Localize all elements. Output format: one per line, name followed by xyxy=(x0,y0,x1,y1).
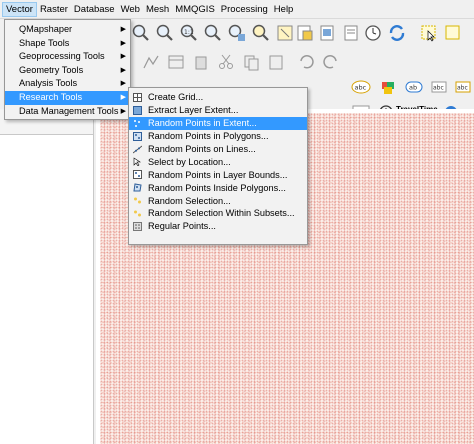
submenu-item-label: Random Selection... xyxy=(148,195,231,206)
label-abc-icon[interactable]: abc xyxy=(350,76,372,98)
menu-database[interactable]: Database xyxy=(71,2,118,17)
chevron-right-icon: ▶ xyxy=(120,80,126,88)
submenu-item-label: Extract Layer Extent... xyxy=(148,105,239,116)
svg-text:ab: ab xyxy=(409,84,417,92)
chevron-right-icon: ▶ xyxy=(120,93,126,101)
select-location-icon xyxy=(133,157,142,167)
submenu-item-random-points-in-layer-bounds[interactable]: Random Points in Layer Bounds... xyxy=(129,168,307,181)
menu-item-geometry-tools[interactable]: Geometry Tools ▶ xyxy=(5,64,130,78)
label-ab-icon[interactable]: ab xyxy=(403,76,425,98)
submenu-item-label: Random Points on Lines... xyxy=(148,144,256,154)
menu-item-label: Data Management Tools xyxy=(19,105,119,116)
zoom-full-icon[interactable] xyxy=(202,22,224,44)
select-features-icon[interactable] xyxy=(418,22,440,44)
random-selection-icon xyxy=(133,209,142,218)
menu-item-geoprocessing-tools[interactable]: Geoprocessing Tools ▶ xyxy=(5,50,130,64)
paste-icon[interactable] xyxy=(265,51,287,73)
regular-points-icon xyxy=(133,221,142,231)
select-dropdown-icon[interactable] xyxy=(442,22,464,44)
menu-item-label: Shape Tools xyxy=(19,37,70,48)
chevron-right-icon: ▶ xyxy=(120,26,126,33)
random-points-icon xyxy=(133,183,142,192)
submenu-item-label: Random Points in Layer Bounds... xyxy=(148,169,288,180)
menu-raster[interactable]: Raster xyxy=(37,2,71,17)
digitize-icon[interactable] xyxy=(140,51,162,73)
svg-text:abc: abc xyxy=(457,85,468,92)
submenu-item-random-points-in-extent[interactable]: Random Points in Extent... xyxy=(129,116,307,130)
bookmark-icon[interactable] xyxy=(340,22,362,44)
submenu-item-extract-layer-extent[interactable]: Extract Layer Extent... xyxy=(129,104,307,117)
submenu-item-label: Random Points in Extent... xyxy=(148,118,257,129)
submenu-item-select-by-location[interactable]: Select by Location... xyxy=(129,155,307,168)
new-map-view-icon[interactable] xyxy=(316,22,338,44)
submenu-item-label: Random Points in Polygons... xyxy=(148,131,269,142)
submenu-item-random-points-inside-polygons[interactable]: Random Points Inside Polygons... xyxy=(129,181,307,194)
zoom-selection-icon[interactable] xyxy=(250,22,272,44)
menu-bar: Vector Raster Database Web Mesh MMQGIS P… xyxy=(0,0,474,19)
submenu-item-random-selection-within-subsets[interactable]: Random Selection Within Subsets... xyxy=(129,207,307,220)
submenu-item-create-grid[interactable]: Create Grid... xyxy=(129,91,307,104)
qgis-window: Vector Raster Database Web Mesh MMQGIS P… xyxy=(0,0,474,444)
zoom-out-icon[interactable] xyxy=(154,22,176,44)
menu-web[interactable]: Web xyxy=(118,2,143,17)
random-points-icon xyxy=(133,119,142,128)
research-tools-submenu: Create Grid... Extract Layer Extent... R… xyxy=(128,87,308,245)
submenu-item-regular-points[interactable]: Regular Points... xyxy=(129,220,307,233)
menu-item-research-tools[interactable]: Research Tools ▶ xyxy=(5,90,130,105)
menu-help[interactable]: Help xyxy=(271,2,297,17)
menu-item-data-management-tools[interactable]: Data Management Tools ▶ xyxy=(5,105,130,119)
zoom-in-icon[interactable] xyxy=(130,22,152,44)
menu-item-qmapshaper[interactable]: QMapshaper ▶ xyxy=(5,23,130,37)
menu-item-label: Analysis Tools xyxy=(19,78,78,89)
random-points-icon xyxy=(133,131,142,141)
submenu-item-label: Random Selection Within Subsets... xyxy=(148,208,295,219)
random-points-icon xyxy=(133,170,142,180)
menu-mesh[interactable]: Mesh xyxy=(143,2,172,17)
menu-item-analysis-tools[interactable]: Analysis Tools ▶ xyxy=(5,77,130,91)
clock-icon[interactable] xyxy=(362,22,384,44)
random-selection-icon xyxy=(133,196,142,205)
chevron-right-icon: ▶ xyxy=(120,107,126,115)
submenu-item-random-points-in-polygons[interactable]: Random Points in Polygons... xyxy=(129,130,307,143)
submenu-item-label: Create Grid... xyxy=(148,92,204,103)
cube-icon[interactable] xyxy=(377,76,399,98)
pan-map-icon[interactable] xyxy=(274,22,296,44)
undo-icon[interactable] xyxy=(295,51,317,73)
delete-icon[interactable] xyxy=(190,51,212,73)
zoom-last-icon[interactable] xyxy=(294,22,316,44)
refresh-icon[interactable] xyxy=(386,22,408,44)
cut-icon[interactable] xyxy=(215,51,237,73)
svg-text:abc: abc xyxy=(433,85,444,92)
menu-item-label: QMapshaper xyxy=(19,24,73,34)
grid-icon xyxy=(133,92,142,102)
zoom-layer-icon[interactable] xyxy=(226,22,248,44)
menu-mmqgis[interactable]: MMQGIS xyxy=(172,2,218,17)
submenu-item-random-selection[interactable]: Random Selection... xyxy=(129,194,307,207)
vector-menu: QMapshaper ▶ Shape Tools ▶ Geoprocessing… xyxy=(4,19,131,120)
chevron-right-icon: ▶ xyxy=(120,39,126,47)
layers-panel xyxy=(0,109,94,444)
menu-item-label: Research Tools xyxy=(19,91,83,102)
submenu-item-label: Regular Points... xyxy=(148,221,216,232)
zoom-native-icon[interactable]: 1:1 xyxy=(178,22,200,44)
submenu-item-random-points-on-lines[interactable]: Random Points on Lines... xyxy=(129,143,307,156)
extent-icon xyxy=(133,105,142,115)
copy-icon[interactable] xyxy=(240,51,262,73)
submenu-item-label: Random Points Inside Polygons... xyxy=(148,182,286,193)
label-move-icon[interactable]: abc xyxy=(452,76,474,98)
menu-processing[interactable]: Processing xyxy=(218,2,271,17)
label-rotate-icon[interactable]: abc xyxy=(428,76,450,98)
redo-icon[interactable] xyxy=(320,51,342,73)
chevron-right-icon: ▶ xyxy=(120,53,126,61)
chevron-right-icon: ▶ xyxy=(120,66,126,74)
menu-item-label: Geoprocessing Tools xyxy=(19,51,105,62)
submenu-item-label: Select by Location... xyxy=(148,156,231,167)
random-points-icon xyxy=(133,145,142,154)
edit-table-icon[interactable] xyxy=(165,51,187,73)
svg-text:abc: abc xyxy=(355,84,367,92)
menu-vector[interactable]: Vector xyxy=(2,1,37,17)
menu-item-label: Geometry Tools xyxy=(19,64,84,75)
menu-item-shape-tools[interactable]: Shape Tools ▶ xyxy=(5,37,130,51)
